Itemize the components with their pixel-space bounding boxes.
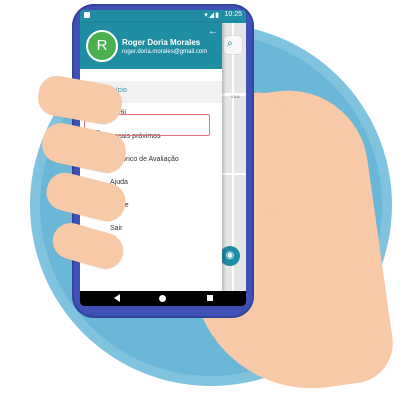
status-time: 10:25	[224, 11, 242, 18]
map-road	[222, 173, 246, 175]
status-bar: ▾◢▮ 10:25	[80, 10, 246, 23]
drawer-header: R Roger Doria Morales roger.doria.morale…	[80, 23, 222, 69]
menu-item-label: Sair	[110, 225, 123, 232]
signal-icons: ▾◢▮	[204, 12, 220, 19]
map-search-button[interactable]: ⌕	[224, 36, 242, 54]
android-nav-bar	[80, 291, 246, 306]
nav-back-icon[interactable]	[114, 294, 120, 302]
avatar[interactable]: R	[86, 30, 118, 62]
location-fab[interactable]: ◉	[220, 246, 240, 266]
user-email: roger.doria.morales@gmail.com	[122, 49, 208, 55]
user-name: Roger Doria Morales	[122, 38, 201, 47]
nav-home-icon[interactable]	[159, 295, 166, 302]
map-street-label: VILA	[231, 94, 240, 99]
nav-recent-icon[interactable]	[207, 295, 213, 301]
notification-icon	[84, 12, 90, 18]
search-icon: ⌕	[227, 38, 233, 49]
location-icon: ◉	[225, 250, 235, 261]
back-arrow-icon[interactable]: ←	[208, 26, 218, 37]
